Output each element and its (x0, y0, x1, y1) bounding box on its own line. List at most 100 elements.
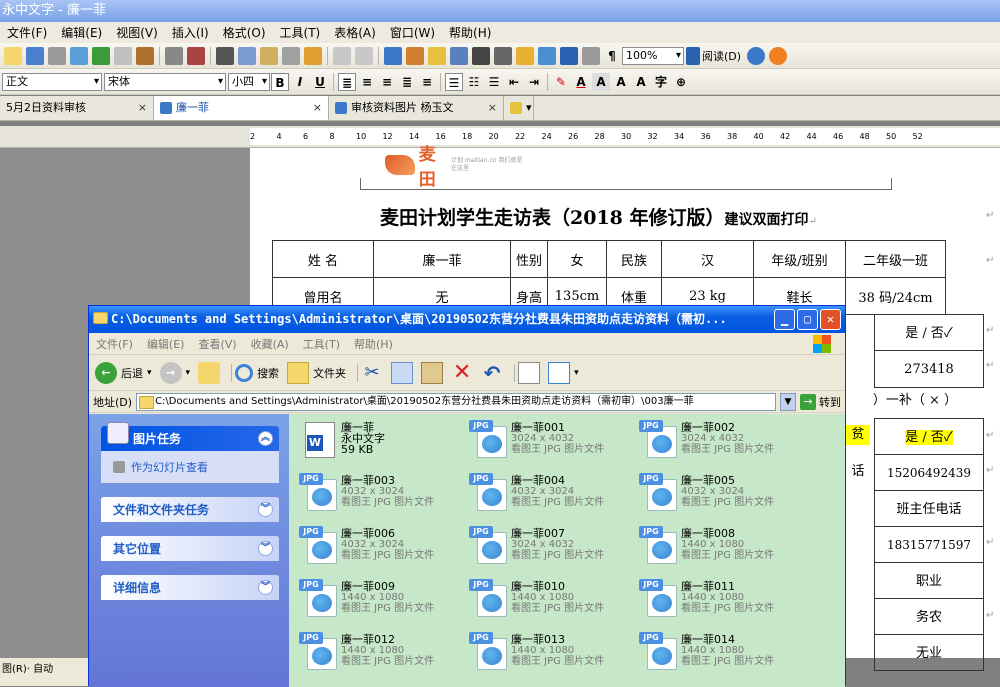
collapse-icon[interactable]: ︽ (258, 431, 273, 446)
copy-icon[interactable] (238, 46, 256, 65)
font-select[interactable]: 宋体 (104, 72, 226, 91)
up-button[interactable] (198, 361, 221, 384)
columns-icon[interactable] (472, 46, 490, 65)
table-icon[interactable] (428, 46, 446, 65)
zoom-select[interactable]: 100% (622, 46, 684, 65)
details-header[interactable]: 详细信息 ︾ (101, 575, 279, 600)
chart-icon[interactable] (494, 46, 512, 65)
undo-button[interactable]: ↶ (481, 362, 503, 384)
file-item[interactable]: JPG 廉一菲007 3024 x 4032 看图王 JPG 图片文件 (467, 526, 635, 576)
menu-tools[interactable]: 工具(T) (273, 24, 328, 41)
hyperlink-icon[interactable] (384, 46, 402, 65)
delete-button[interactable]: ✕ (451, 361, 473, 384)
file-item[interactable]: JPG 廉一菲008 1440 x 1080 看图王 JPG 图片文件 (637, 526, 805, 576)
file-item[interactable]: JPG 廉一菲005 4032 x 3024 看图王 JPG 图片文件 (637, 473, 805, 523)
numbering-icon[interactable]: ☰ (445, 72, 463, 91)
file-item[interactable]: 廉一菲永中文字59 KB (297, 420, 465, 470)
phonetic-icon[interactable]: 字 (652, 73, 670, 91)
maximize-button[interactable]: ▢ (797, 309, 818, 330)
file-item[interactable]: JPG 廉一菲012 1440 x 1080 看图王 JPG 图片文件 (297, 632, 465, 682)
style-select[interactable]: 正文 (2, 72, 102, 91)
horizontal-ruler[interactable]: 2 4 6 8 10 12 14 16 18 20 22 24 26 28 30 32 34 36 38 40 42 44… (0, 126, 1000, 148)
online-icon[interactable] (769, 46, 788, 65)
copy-to-button[interactable] (391, 361, 414, 384)
close-button[interactable]: ✕ (820, 309, 841, 330)
properties-button[interactable] (518, 361, 541, 384)
file-item[interactable]: JPG 廉一菲011 1440 x 1080 看图王 JPG 图片文件 (637, 579, 805, 629)
folders-button[interactable]: 文件夹 (287, 361, 346, 384)
file-item[interactable]: JPG 廉一菲001 3024 x 4032 看图王 JPG 图片文件 (467, 420, 635, 470)
decrease-indent-icon[interactable]: ⇤ (505, 73, 523, 91)
increase-indent-icon[interactable]: ⇥ (525, 73, 543, 91)
insert-table-icon[interactable] (450, 46, 468, 65)
address-input[interactable]: C:\Documents and Settings\Administrator\… (136, 392, 776, 411)
expand-icon[interactable]: ︾ (258, 580, 273, 595)
file-item[interactable]: JPG 廉一菲013 1440 x 1080 看图王 JPG 图片文件 (467, 632, 635, 682)
underline-button[interactable]: U (311, 73, 329, 91)
file-item[interactable]: JPG 廉一菲004 4032 x 3024 看图王 JPG 图片文件 (467, 473, 635, 523)
tab-review-images[interactable]: 审核资料图片 杨玉文 × (329, 96, 504, 120)
views-button[interactable]: ▾ (548, 361, 579, 384)
file-item[interactable]: JPG 廉一菲002 3024 x 4032 看图王 JPG 图片文件 (637, 420, 805, 470)
go-button[interactable]: → 转到 (800, 393, 845, 410)
open-icon[interactable] (4, 46, 22, 65)
file-item[interactable]: JPG 廉一菲014 1440 x 1080 看图王 JPG 图片文件 (637, 632, 805, 682)
italic-button[interactable]: I (291, 73, 309, 91)
move-to-button[interactable]: ✂ (361, 362, 383, 384)
format-icon[interactable] (187, 46, 205, 65)
align-center-icon[interactable]: ≡ (358, 73, 376, 91)
menu-favorites[interactable]: 收藏(A) (244, 336, 296, 352)
align-right-icon[interactable]: ≡ (378, 73, 396, 91)
expand-icon[interactable]: ︾ (258, 541, 273, 556)
print-icon[interactable] (48, 46, 66, 65)
menu-view[interactable]: 查看(V) (191, 336, 243, 352)
cut-icon[interactable] (216, 46, 234, 65)
menu-edit[interactable]: 编辑(E) (54, 24, 109, 41)
file-tasks-header[interactable]: 文件和文件夹任务 ︾ (101, 497, 279, 522)
char-scale-icon[interactable]: A (632, 73, 650, 91)
back-button[interactable]: ← 后退 ▾ (95, 361, 152, 384)
undo-icon[interactable] (333, 46, 351, 65)
enclose-char-icon[interactable]: ⊕ (672, 73, 690, 91)
tab-data-review[interactable]: 5月2日资料审核 × (0, 96, 154, 120)
menu-window[interactable]: 窗口(W) (383, 24, 442, 41)
file-item[interactable]: JPG 廉一菲003 4032 x 3024 看图王 JPG 图片文件 (297, 473, 465, 523)
save-icon[interactable] (26, 46, 44, 65)
expand-icon[interactable]: ︾ (258, 502, 273, 517)
picture-tasks-header[interactable]: 图片任务 ︽ (101, 422, 279, 451)
help-icon[interactable] (747, 46, 766, 65)
export-icon[interactable] (92, 46, 110, 65)
minimize-button[interactable]: ▁ (774, 309, 795, 330)
menu-table[interactable]: 表格(A) (327, 24, 383, 41)
menu-format[interactable]: 格式(O) (216, 24, 273, 41)
traditional-chinese-icon[interactable] (165, 46, 183, 65)
drawing-icon[interactable] (406, 46, 424, 65)
drawing-menu[interactable]: 图(R)· 自动 (2, 664, 53, 675)
format-painter-icon[interactable] (304, 46, 322, 65)
new-tab-button[interactable]: ▾ (504, 96, 534, 120)
bullets-icon[interactable]: ☷ (465, 73, 483, 91)
menu-insert[interactable]: 插入(I) (165, 24, 216, 41)
search-button[interactable]: 搜索 (235, 363, 279, 382)
font-size-select[interactable]: 小四 (228, 72, 270, 91)
line-spacing-icon[interactable]: ≡ (418, 73, 436, 91)
spell-check-icon[interactable] (114, 46, 132, 65)
multilevel-icon[interactable]: ☰ (485, 73, 503, 91)
distributed-icon[interactable]: ≣ (398, 73, 416, 91)
font-color-icon[interactable]: A (572, 73, 590, 91)
char-border-icon[interactable]: A (612, 73, 630, 91)
explorer-title-bar[interactable]: C:\Documents and Settings\Administrator\… (89, 306, 845, 333)
menu-file[interactable]: 文件(F) (0, 24, 54, 41)
paragraph-mark-icon[interactable]: ¶ (603, 47, 621, 65)
redo-icon[interactable] (355, 46, 373, 65)
paste-special-icon[interactable] (282, 46, 300, 65)
menu-file[interactable]: 文件(F) (89, 336, 140, 352)
close-icon[interactable]: × (138, 96, 147, 120)
file-item[interactable]: JPG 廉一菲006 4032 x 3024 看图王 JPG 图片文件 (297, 526, 465, 576)
bold-button[interactable]: B (271, 72, 289, 91)
research-icon[interactable] (136, 46, 154, 65)
page-view-icon[interactable] (582, 46, 600, 65)
paste-button[interactable] (421, 361, 444, 384)
image-icon[interactable] (516, 46, 534, 65)
paste-icon[interactable] (260, 46, 278, 65)
